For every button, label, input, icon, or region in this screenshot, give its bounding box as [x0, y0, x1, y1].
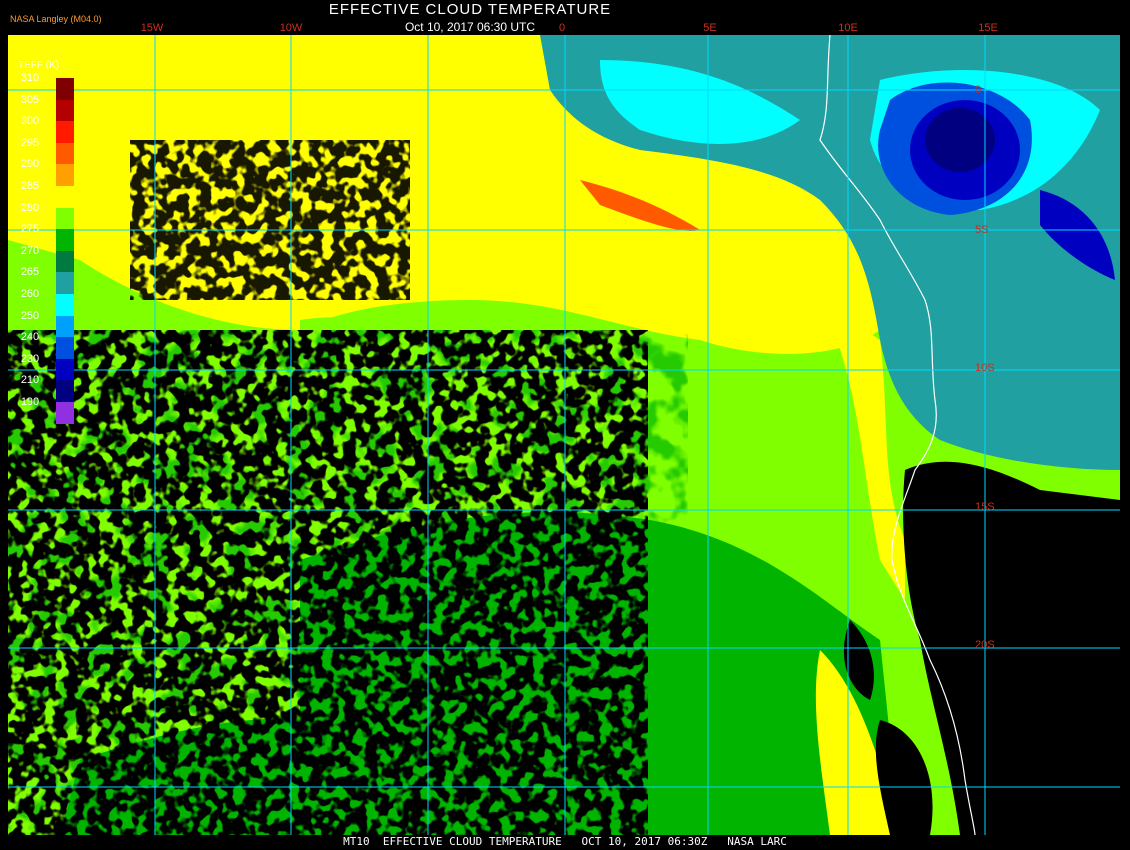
legend-label: 300 [20, 115, 40, 128]
legend-label: 295 [20, 136, 40, 149]
legend-swatch [56, 380, 74, 403]
color-legend: TEFF (K) 310 305 300 295 290 285 280 275 270 265 2… [8, 60, 78, 435]
lon-label-15w: 15W [140, 22, 164, 34]
legend-label: 265 [20, 266, 40, 279]
legend-label: 250 [20, 309, 40, 322]
map-field [8, 35, 1120, 835]
lat-label-20s: 20S [975, 639, 995, 651]
legend-swatch [56, 78, 74, 101]
lon-label-10e: 10E [838, 22, 858, 34]
lon-label-5e: 5E [703, 22, 717, 34]
legend-label: 275 [20, 223, 40, 236]
legend-label: 240 [20, 331, 40, 344]
lat-label-5s: 5S [975, 224, 989, 236]
legend-swatch [56, 250, 74, 273]
legend-swatch [56, 402, 74, 425]
lat-label-0: 0 [975, 84, 982, 96]
lat-label-15s: 15S [975, 501, 995, 513]
legend-swatch [56, 229, 74, 252]
legend-label: 210 [20, 374, 40, 387]
legend-swatch [56, 358, 74, 381]
lon-label-15e: 15E [978, 22, 998, 34]
legend-label: 310 [20, 72, 40, 84]
legend-label: 270 [20, 244, 40, 257]
legend-label: 230 [20, 352, 40, 365]
lon-label-0: 0 [558, 22, 566, 34]
legend-label: 290 [20, 158, 40, 171]
legend-swatch [56, 186, 74, 209]
legend-swatch [56, 142, 74, 165]
legend-label: 190 [20, 396, 40, 408]
cloud-temperature-map [8, 35, 1120, 835]
legend-swatch [56, 315, 74, 338]
map-title: EFFECTIVE CLOUD TEMPERATURE [328, 1, 612, 18]
legend-swatch [56, 272, 74, 295]
legend-label: 260 [20, 288, 40, 300]
lon-label-10w: 10W [279, 22, 303, 34]
lat-label-10s: 10S [975, 362, 995, 374]
legend-swatch [56, 337, 74, 360]
legend-label: 305 [20, 93, 40, 106]
legend-swatch [56, 164, 74, 187]
legend-swatch [56, 207, 74, 230]
legend-swatch [56, 99, 74, 122]
legend-label: 285 [20, 180, 40, 192]
legend-swatch [56, 294, 74, 317]
legend-label: 280 [20, 201, 40, 214]
legend-title: TEFF (K) [18, 60, 60, 71]
footer-caption: MT10 EFFECTIVE CLOUD TEMPERATURE OCT 10,… [343, 835, 787, 848]
legend-swatch [56, 121, 74, 144]
